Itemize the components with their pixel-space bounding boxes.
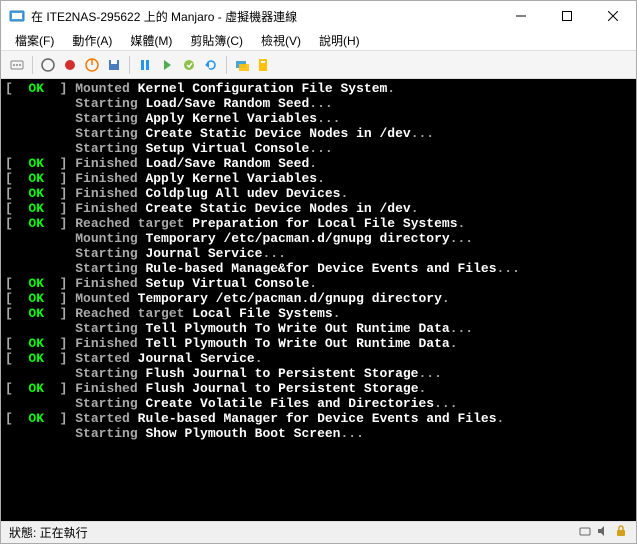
toolbar-separator (226, 56, 227, 74)
terminal-line: Starting Flush Journal to Persistent Sto… (5, 366, 632, 381)
app-icon (9, 8, 25, 24)
minimize-button[interactable] (498, 1, 544, 31)
terminal-line: [ OK ] Mounted Kernel Configuration File… (5, 81, 632, 96)
terminal-line: [ OK ] Finished Coldplug All udev Device… (5, 186, 632, 201)
menu-action[interactable]: 動作(A) (64, 30, 120, 51)
terminal-line: Starting Setup Virtual Console... (5, 141, 632, 156)
terminal-line: [ OK ] Finished Apply Kernel Variables. (5, 171, 632, 186)
terminal-line: Starting Tell Plymouth To Write Out Runt… (5, 321, 632, 336)
terminal-output[interactable]: [ OK ] Mounted Kernel Configuration File… (1, 79, 636, 521)
terminal-line: Starting Load/Save Random Seed... (5, 96, 632, 111)
window-controls (498, 1, 636, 31)
terminal-line: Starting Rule-based Manage&for Device Ev… (5, 261, 632, 276)
start-button[interactable] (38, 55, 58, 75)
maximize-button[interactable] (544, 1, 590, 31)
menu-clipboard[interactable]: 剪貼簿(C) (182, 30, 251, 51)
terminal-line: [ OK ] Finished Flush Journal to Persist… (5, 381, 632, 396)
menu-file[interactable]: 檔案(F) (7, 30, 62, 51)
terminal-line: [ OK ] Mounted Temporary /etc/pacman.d/g… (5, 291, 632, 306)
toolbar-separator (32, 56, 33, 74)
status-icons (578, 524, 628, 541)
menu-view[interactable]: 檢視(V) (253, 30, 309, 51)
ctrl-alt-del-button[interactable] (7, 55, 27, 75)
share-button[interactable] (254, 55, 274, 75)
reset-button[interactable] (157, 55, 177, 75)
network-icon (578, 524, 592, 541)
menu-help[interactable]: 說明(H) (311, 30, 368, 51)
window-title: 在 ITE2NAS-295622 上的 Manjaro - 虛擬機器連線 (31, 8, 498, 25)
menubar: 檔案(F) 動作(A) 媒體(M) 剪貼簿(C) 檢視(V) 說明(H) (1, 31, 636, 51)
menu-media[interactable]: 媒體(M) (122, 30, 180, 51)
terminal-line: Starting Create Volatile Files and Direc… (5, 396, 632, 411)
terminal-line: [ OK ] Finished Setup Virtual Console. (5, 276, 632, 291)
revert-button[interactable] (201, 55, 221, 75)
terminal-line: Starting Journal Service... (5, 246, 632, 261)
terminal-line: [ OK ] Started Rule-based Manager for De… (5, 411, 632, 426)
close-button[interactable] (590, 1, 636, 31)
vm-window: 在 ITE2NAS-295622 上的 Manjaro - 虛擬機器連線 檔案(… (0, 0, 637, 544)
terminal-line: [ OK ] Finished Create Static Device Nod… (5, 201, 632, 216)
checkpoint-button[interactable] (179, 55, 199, 75)
terminal-line: [ OK ] Started Journal Service. (5, 351, 632, 366)
shutdown-button[interactable] (82, 55, 102, 75)
enhanced-session-button[interactable] (232, 55, 252, 75)
lock-icon (614, 524, 628, 541)
terminal-line: [ OK ] Finished Load/Save Random Seed. (5, 156, 632, 171)
terminal-line: [ OK ] Finished Tell Plymouth To Write O… (5, 336, 632, 351)
toolbar-separator (129, 56, 130, 74)
pause-button[interactable] (135, 55, 155, 75)
terminal-line: Starting Apply Kernel Variables... (5, 111, 632, 126)
speaker-icon (596, 524, 610, 541)
toolbar (1, 51, 636, 79)
terminal-line: Starting Show Plymouth Boot Screen... (5, 426, 632, 441)
terminal-line: [ OK ] Reached target Preparation for Lo… (5, 216, 632, 231)
status-text: 狀態: 正在執行 (9, 524, 578, 541)
statusbar: 狀態: 正在執行 (1, 521, 636, 543)
titlebar: 在 ITE2NAS-295622 上的 Manjaro - 虛擬機器連線 (1, 1, 636, 31)
turnoff-button[interactable] (60, 55, 80, 75)
terminal-line: Starting Create Static Device Nodes in /… (5, 126, 632, 141)
save-button[interactable] (104, 55, 124, 75)
terminal-line: [ OK ] Reached target Local File Systems… (5, 306, 632, 321)
terminal-line: Mounting Temporary /etc/pacman.d/gnupg d… (5, 231, 632, 246)
